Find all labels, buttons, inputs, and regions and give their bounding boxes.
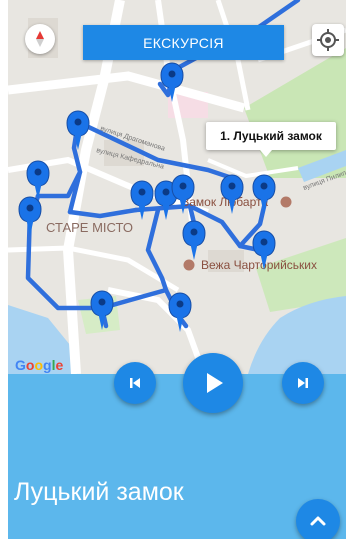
- landmark-icon: [280, 196, 292, 208]
- play-icon: [207, 373, 223, 393]
- compass-icon: [36, 31, 44, 47]
- chevron-up-icon: [310, 516, 326, 526]
- tour-button[interactable]: ЕКСКУРСІЯ: [83, 25, 284, 60]
- previous-stop-button[interactable]: [114, 362, 156, 404]
- play-button[interactable]: [183, 353, 243, 413]
- expand-panel-button[interactable]: [296, 499, 340, 539]
- stop-callout[interactable]: 1. Луцький замок: [206, 122, 336, 157]
- my-location-button[interactable]: [312, 24, 344, 56]
- place-title: Луцький замок: [14, 478, 184, 506]
- next-stop-button[interactable]: [282, 362, 324, 404]
- skip-next-icon: [298, 378, 308, 388]
- my-location-icon: [317, 29, 339, 51]
- compass-button[interactable]: [25, 24, 55, 54]
- landmark-label: Вежа Чарторийських: [201, 258, 317, 272]
- landmark-icon: [183, 259, 195, 271]
- google-logo: Google: [15, 357, 63, 373]
- app-screen: СТАРЕ МІСТО Замок Любарта Вежа Чарторийс…: [8, 0, 346, 539]
- skip-previous-icon: [130, 378, 140, 388]
- district-label: СТАРЕ МІСТО: [46, 220, 133, 235]
